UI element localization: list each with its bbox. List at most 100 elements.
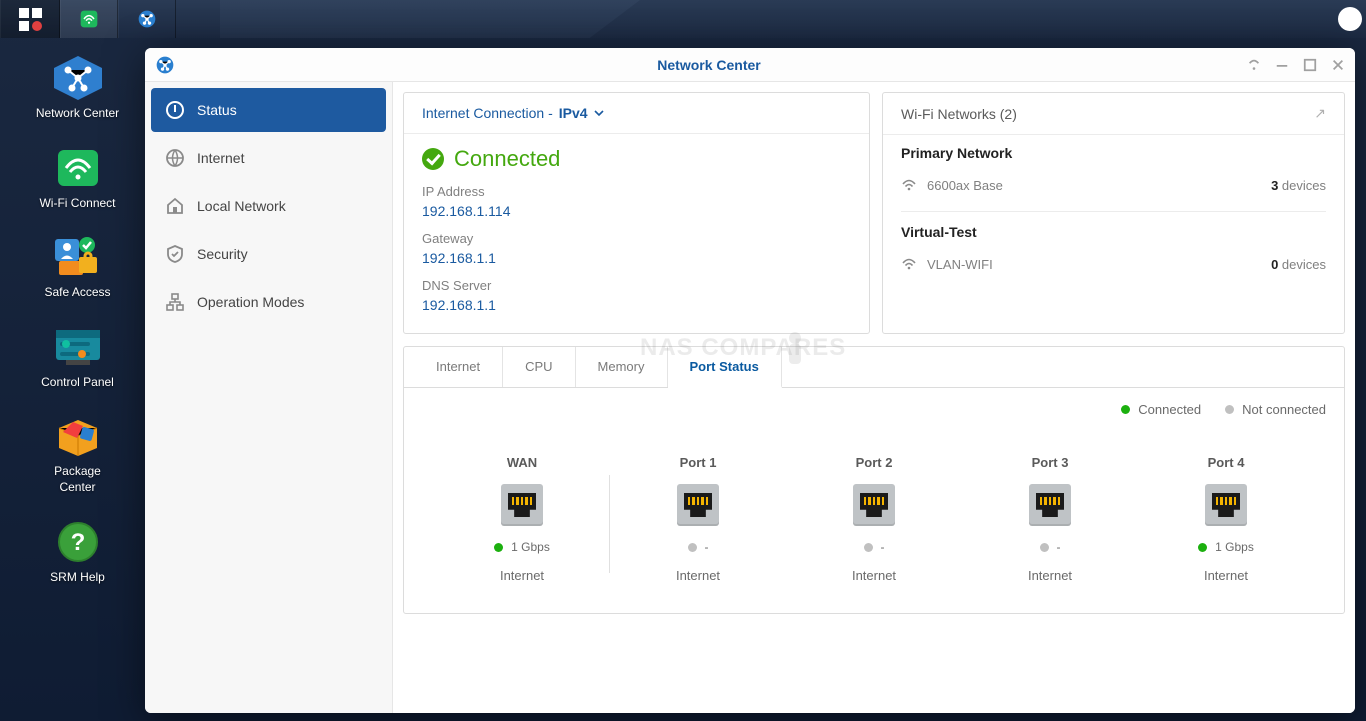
tab-port-status[interactable]: Port Status <box>668 347 782 388</box>
shield-icon <box>165 244 185 264</box>
field-value: 192.168.1.114 <box>422 203 851 219</box>
desktop-icons: Network Center Wi-Fi Connect Safe Access… <box>0 38 155 585</box>
check-icon <box>422 148 444 170</box>
chevron-down-icon <box>594 110 604 116</box>
titlebar[interactable]: Network Center <box>145 48 1355 82</box>
taskbar-wifi-connect-button[interactable] <box>60 0 118 38</box>
wifi-signal-icon <box>901 256 917 272</box>
desktop-wifi-connect[interactable]: Wi-Fi Connect <box>8 144 148 212</box>
port-speed: - <box>688 540 709 554</box>
desktop-srm-help[interactable]: ? SRM Help <box>8 518 148 586</box>
wifi-icon <box>79 9 99 29</box>
ip-address-field: IP Address 192.168.1.114 <box>422 184 851 219</box>
port-name-label: Port 1 <box>680 455 717 470</box>
tab-memory[interactable]: Memory <box>576 347 668 387</box>
port-sub-label: Internet <box>1028 568 1072 583</box>
port-port-2[interactable]: Port 2 - Internet <box>786 455 962 583</box>
dns-field: DNS Server 192.168.1.1 <box>422 278 851 313</box>
port-name-label: Port 4 <box>1208 455 1245 470</box>
sidebar-label: Operation Modes <box>197 294 304 310</box>
taskbar-decor <box>220 0 640 38</box>
sidebar-item-operation-modes[interactable]: Operation Modes <box>151 280 386 324</box>
port-sub-label: Internet <box>500 568 544 583</box>
safe-access-icon <box>53 235 103 279</box>
sidebar-label: Security <box>197 246 248 262</box>
sidebar-label: Status <box>197 102 237 118</box>
device-count: 3 <box>1271 178 1278 193</box>
wifi-header-text: Wi-Fi Networks (2) <box>901 106 1017 122</box>
gateway-field: Gateway 192.168.1.1 <box>422 231 851 266</box>
port-name-label: WAN <box>507 455 537 470</box>
ethernet-jack-icon <box>1029 484 1071 526</box>
port-name-label: Port 3 <box>1032 455 1069 470</box>
field-value: 192.168.1.1 <box>422 297 851 313</box>
wifi-network-row[interactable]: 6600ax Base 3 devices <box>901 171 1326 199</box>
user-avatar-icon[interactable] <box>1338 7 1362 31</box>
help-button[interactable] <box>1247 58 1261 72</box>
dot-connected-icon <box>494 543 503 552</box>
maximize-button[interactable] <box>1303 58 1317 72</box>
window-app-icon <box>155 55 175 75</box>
port-port-4[interactable]: Port 4 1 Gbps Internet <box>1138 455 1314 583</box>
internet-connection-card: Internet Connection - IPv4 Connected IP … <box>403 92 870 334</box>
desktop-label: Network Center <box>36 106 119 122</box>
sidebar-item-local-network[interactable]: Local Network <box>151 184 386 228</box>
sidebar: Status Internet Local Network Security O… <box>145 82 393 713</box>
tab-cpu[interactable]: CPU <box>503 347 575 387</box>
desktop-label: Wi-Fi Connect <box>39 196 115 212</box>
ethernet-jack-icon <box>677 484 719 526</box>
wifi-section-title: Primary Network <box>901 145 1326 161</box>
status-icon <box>165 100 185 120</box>
minimize-button[interactable] <box>1275 58 1289 72</box>
port-sub-label: Internet <box>852 568 896 583</box>
content-area: Internet Connection - IPv4 Connected IP … <box>393 82 1355 713</box>
taskbar-right <box>1338 0 1366 38</box>
ssid-text: VLAN-WIFI <box>927 257 993 272</box>
dashboard-icon <box>19 8 42 31</box>
port-speed: - <box>1040 540 1061 554</box>
port-speed: - <box>864 540 885 554</box>
sidebar-item-security[interactable]: Security <box>151 232 386 276</box>
port-port-3[interactable]: Port 3 - Internet <box>962 455 1138 583</box>
port-sub-label: Internet <box>676 568 720 583</box>
ssid-text: 6600ax Base <box>927 178 1003 193</box>
port-name-label: Port 2 <box>856 455 893 470</box>
port-port-1[interactable]: Port 1 - Internet <box>610 455 786 583</box>
tabs-bar: Internet CPU Memory Port Status <box>404 347 1344 388</box>
desktop-control-panel[interactable]: Control Panel <box>8 323 148 391</box>
desktop-label: Control Panel <box>41 375 114 391</box>
device-label: devices <box>1282 178 1326 193</box>
expand-icon[interactable]: ↗ <box>1314 105 1326 122</box>
wifi-signal-icon <box>901 177 917 193</box>
wifi-connect-icon <box>54 144 102 192</box>
tab-internet[interactable]: Internet <box>414 347 503 387</box>
dot-connected-icon <box>1198 543 1207 552</box>
port-wan[interactable]: WAN 1 Gbps Internet <box>434 455 610 583</box>
sidebar-item-internet[interactable]: Internet <box>151 136 386 180</box>
wifi-section-title: Virtual-Test <box>901 224 1326 240</box>
dot-notconnected-icon <box>1040 543 1049 552</box>
port-speed: 1 Gbps <box>1198 540 1254 554</box>
desktop-network-center[interactable]: Network Center <box>8 54 148 122</box>
dot-notconnected-icon <box>1225 405 1234 414</box>
network-center-window: Network Center Status Internet Local Net… <box>145 48 1355 713</box>
ethernet-jack-icon <box>501 484 543 526</box>
control-panel-icon <box>52 326 104 368</box>
wifi-networks-card: Wi-Fi Networks (2) ↗ Primary Network 660… <box>882 92 1345 334</box>
taskbar-network-center-button[interactable] <box>118 0 176 38</box>
close-button[interactable] <box>1331 58 1345 72</box>
connection-mode-dropdown[interactable]: Internet Connection - IPv4 <box>422 105 604 121</box>
desktop-label: Safe Access <box>44 285 110 301</box>
device-count: 0 <box>1271 257 1278 272</box>
sidebar-label: Local Network <box>197 198 286 214</box>
taskbar-dashboard-button[interactable] <box>0 0 60 38</box>
wifi-card-header: Wi-Fi Networks (2) ↗ <box>883 93 1344 135</box>
wifi-network-row[interactable]: VLAN-WIFI 0 devices <box>901 250 1326 278</box>
metrics-card: Internet CPU Memory Port Status Connecte… <box>403 346 1345 614</box>
desktop-package-center[interactable]: Package Center <box>8 412 148 495</box>
sidebar-item-status[interactable]: Status <box>151 88 386 132</box>
status-text: Connected <box>454 146 560 172</box>
desktop-safe-access[interactable]: Safe Access <box>8 233 148 301</box>
connection-card-header: Internet Connection - IPv4 <box>404 93 869 134</box>
network-icon <box>137 9 157 29</box>
